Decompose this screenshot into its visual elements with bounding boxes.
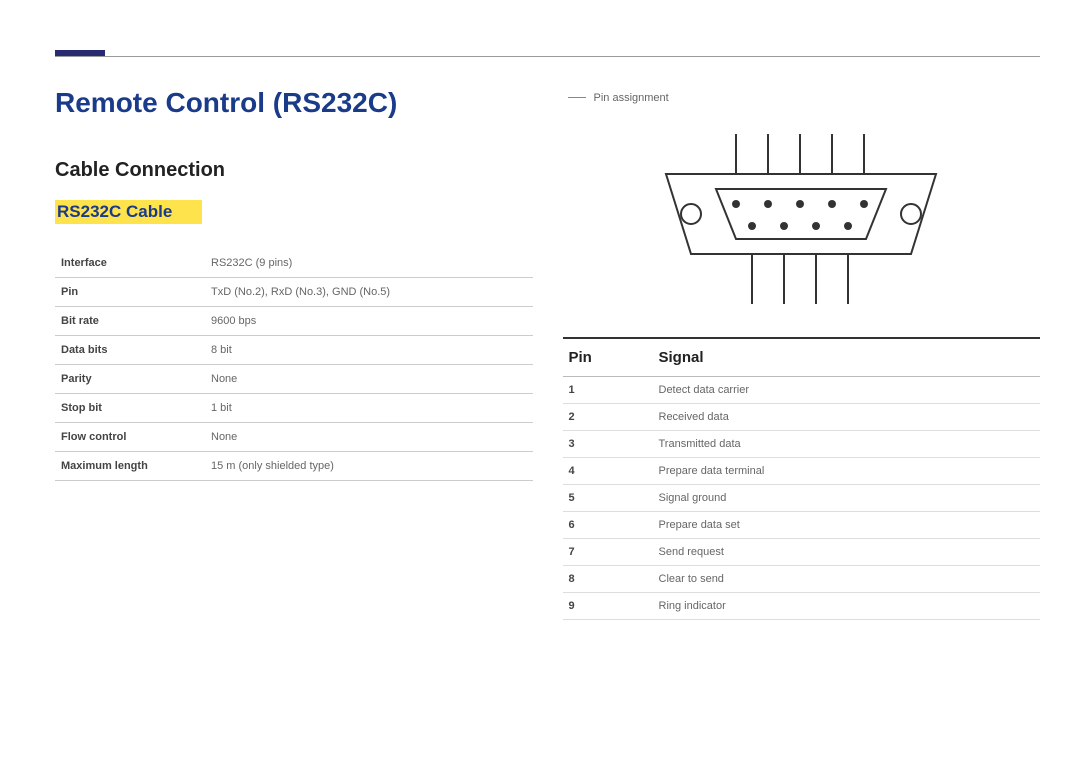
pin-signal: Send request bbox=[653, 538, 1041, 565]
pin-header-pin: Pin bbox=[563, 338, 653, 377]
pin-number: 8 bbox=[563, 565, 653, 592]
pin-header-signal: Signal bbox=[653, 338, 1041, 377]
spec-table: Interface RS232C (9 pins) Pin TxD (No.2)… bbox=[55, 249, 533, 481]
pin-row: 5Signal ground bbox=[563, 484, 1041, 511]
spec-row-pin: Pin TxD (No.2), RxD (No.3), GND (No.5) bbox=[55, 278, 533, 307]
spec-key: Bit rate bbox=[55, 307, 205, 336]
header-thin-rule bbox=[55, 56, 1040, 57]
pin-row: 3Transmitted data bbox=[563, 430, 1041, 457]
spec-row-maxlen: Maximum length 15 m (only shielded type) bbox=[55, 452, 533, 481]
spec-row-interface: Interface RS232C (9 pins) bbox=[55, 249, 533, 278]
spec-value: 9600 bps bbox=[205, 307, 533, 336]
pin-row: 7Send request bbox=[563, 538, 1041, 565]
pin-table-header: Pin Signal bbox=[563, 338, 1041, 377]
pin-row: 1Detect data carrier bbox=[563, 376, 1041, 403]
pin-signal: Prepare data set bbox=[653, 511, 1041, 538]
pin-row: 4Prepare data terminal bbox=[563, 457, 1041, 484]
spec-row-databits: Data bits 8 bit bbox=[55, 336, 533, 365]
pin-assignment-label: Pin assignment bbox=[568, 92, 669, 104]
spec-value: 15 m (only shielded type) bbox=[205, 452, 533, 481]
pin-signal: Transmitted data bbox=[653, 430, 1041, 457]
spec-key: Stop bit bbox=[55, 394, 205, 423]
pin-signal: Signal ground bbox=[653, 484, 1041, 511]
pin-number: 3 bbox=[563, 430, 653, 457]
spec-key: Flow control bbox=[55, 423, 205, 452]
two-column-layout: Remote Control (RS232C) Cable Connection… bbox=[55, 87, 1040, 620]
spec-key: Interface bbox=[55, 249, 205, 278]
pin-number: 1 bbox=[563, 376, 653, 403]
page-title: Remote Control (RS232C) bbox=[55, 87, 533, 119]
pin-row: 2Received data bbox=[563, 403, 1041, 430]
right-column: Pin assignment bbox=[563, 87, 1041, 620]
spec-value: RS232C (9 pins) bbox=[205, 249, 533, 278]
spec-value: None bbox=[205, 423, 533, 452]
document-page: Remote Control (RS232C) Cable Connection… bbox=[0, 0, 1080, 660]
pin-signal: Received data bbox=[653, 403, 1041, 430]
left-column: Remote Control (RS232C) Cable Connection… bbox=[55, 87, 533, 620]
pin-signal: Prepare data terminal bbox=[653, 457, 1041, 484]
spec-key: Parity bbox=[55, 365, 205, 394]
spec-value: 1 bit bbox=[205, 394, 533, 423]
pin-row: 8Clear to send bbox=[563, 565, 1041, 592]
pin-number: 6 bbox=[563, 511, 653, 538]
db9-connector-figure bbox=[651, 134, 951, 307]
pin-signal: Ring indicator bbox=[653, 592, 1041, 619]
spec-value: 8 bit bbox=[205, 336, 533, 365]
pin-number: 7 bbox=[563, 538, 653, 565]
rs232-cable-heading: RS232C Cable bbox=[55, 200, 202, 224]
db9-connector-icon bbox=[651, 134, 951, 304]
spec-row-bitrate: Bit rate 9600 bps bbox=[55, 307, 533, 336]
pin-number: 2 bbox=[563, 403, 653, 430]
pin-number: 5 bbox=[563, 484, 653, 511]
spec-key: Pin bbox=[55, 278, 205, 307]
pin-assignment-text: Pin assignment bbox=[594, 92, 669, 104]
bullet-dash-icon bbox=[568, 97, 586, 98]
spec-value: TxD (No.2), RxD (No.3), GND (No.5) bbox=[205, 278, 533, 307]
pin-number: 4 bbox=[563, 457, 653, 484]
spec-key: Data bits bbox=[55, 336, 205, 365]
pin-row: 6Prepare data set bbox=[563, 511, 1041, 538]
spec-value: None bbox=[205, 365, 533, 394]
pin-signal: Detect data carrier bbox=[653, 376, 1041, 403]
spec-row-parity: Parity None bbox=[55, 365, 533, 394]
spec-row-stopbit: Stop bit 1 bit bbox=[55, 394, 533, 423]
pin-signal: Clear to send bbox=[653, 565, 1041, 592]
pin-number: 9 bbox=[563, 592, 653, 619]
pin-signal-table: Pin Signal 1Detect data carrier 2Receive… bbox=[563, 337, 1041, 620]
cable-connection-heading: Cable Connection bbox=[55, 159, 533, 182]
pin-row: 9Ring indicator bbox=[563, 592, 1041, 619]
spec-key: Maximum length bbox=[55, 452, 205, 481]
spec-row-flow: Flow control None bbox=[55, 423, 533, 452]
